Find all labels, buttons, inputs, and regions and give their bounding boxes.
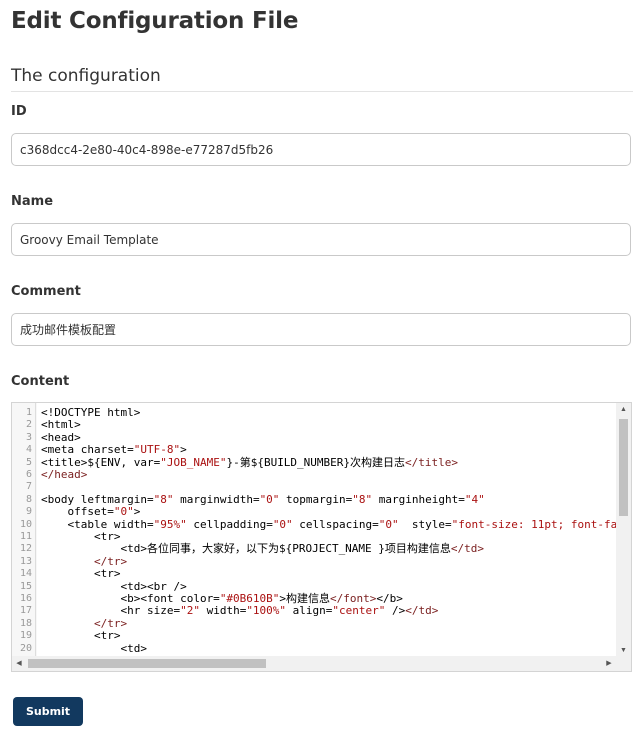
line-number: 13 bbox=[19, 555, 32, 567]
line-number: 1 bbox=[25, 407, 32, 418]
code-token: "2" bbox=[180, 604, 200, 618]
line-number: 14 bbox=[19, 568, 32, 580]
code-token: "8" bbox=[352, 492, 373, 506]
code-token: cellpadding= bbox=[186, 517, 273, 531]
code-token: "font-size: 11pt; font-family bbox=[451, 517, 616, 531]
code-token: "0" bbox=[113, 505, 134, 519]
code-token: <td> bbox=[41, 641, 147, 655]
code-token: > bbox=[180, 443, 187, 457]
line-number: 8 bbox=[25, 493, 32, 505]
code-token: "UTF-8" bbox=[133, 443, 181, 457]
line-number: 11 bbox=[19, 531, 32, 542]
scroll-up-arrow-icon[interactable]: ▲ bbox=[616, 403, 631, 417]
code-token: "8" bbox=[153, 492, 174, 506]
code-line: <title>${ENV, var="JOB_NAME"}-第${BUILD_N… bbox=[41, 455, 459, 469]
code-token: "100%" bbox=[246, 604, 287, 618]
line-number: 5 bbox=[25, 456, 32, 468]
line-number: 12 bbox=[19, 543, 32, 555]
code-token: </b> bbox=[376, 592, 403, 605]
line-number: 3 bbox=[25, 431, 32, 443]
code-token: <!DOCTYPE html> bbox=[41, 406, 141, 419]
submit-button[interactable]: Submit bbox=[13, 697, 83, 726]
content-label: Content bbox=[11, 374, 70, 389]
code-area[interactable]: <!DOCTYPE html> <html> <head> <meta charset… bbox=[37, 403, 616, 658]
code-token: width= bbox=[199, 604, 247, 618]
code-line: <table width="95%" cellpadding="0" cells… bbox=[41, 517, 616, 531]
line-number: 16 bbox=[19, 593, 32, 604]
name-label: Name bbox=[11, 194, 54, 209]
code-line: <td> bbox=[41, 641, 147, 655]
code-token: "center" bbox=[332, 604, 386, 618]
scroll-left-arrow-icon[interactable]: ◀ bbox=[12, 656, 26, 671]
line-number: 15 bbox=[19, 580, 32, 592]
code-token: style= bbox=[398, 517, 452, 531]
code-token: "JOB_NAME" bbox=[160, 455, 227, 469]
code-token: </tr> bbox=[41, 616, 128, 630]
code-token: </tr> bbox=[41, 554, 128, 568]
page-title: Edit Configuration File bbox=[11, 8, 299, 34]
code-token: offset= bbox=[41, 505, 114, 519]
line-number: 17 bbox=[19, 605, 32, 617]
line-number: 4 bbox=[25, 444, 32, 456]
line-number: 19 bbox=[19, 630, 32, 642]
code-token: "0" bbox=[259, 492, 280, 506]
name-field[interactable] bbox=[11, 223, 631, 256]
code-token: </head> bbox=[41, 468, 88, 481]
line-number: 9 bbox=[25, 506, 32, 518]
id-label: ID bbox=[11, 104, 27, 119]
code-token: cellspacing= bbox=[292, 517, 379, 531]
code-token: topmargin= bbox=[279, 492, 353, 506]
line-number: 6 bbox=[25, 469, 32, 480]
code-token: </font> bbox=[330, 592, 377, 605]
code-token: <tr> bbox=[41, 629, 121, 643]
code-token: align= bbox=[286, 604, 333, 618]
line-number: 18 bbox=[19, 617, 32, 629]
code-token: "4" bbox=[464, 492, 485, 506]
code-token: <b><font color= bbox=[41, 592, 220, 605]
line-number: 20 bbox=[19, 642, 32, 654]
code-token: "#0B610B" bbox=[219, 592, 280, 605]
scroll-right-arrow-icon[interactable]: ▶ bbox=[602, 656, 616, 671]
code-token: </td> bbox=[450, 542, 485, 556]
code-token: <td><br /> bbox=[41, 579, 187, 593]
code-token: "0" bbox=[378, 517, 399, 531]
id-field[interactable] bbox=[11, 133, 631, 166]
code-token: </title> bbox=[405, 455, 459, 469]
code-token: <table width= bbox=[41, 517, 154, 531]
code-token: <hr size= bbox=[41, 604, 181, 618]
code-token: "0" bbox=[272, 517, 293, 531]
section-title: The configuration bbox=[11, 66, 161, 86]
horizontal-scroll-thumb[interactable] bbox=[28, 659, 266, 668]
code-token: "95%" bbox=[153, 517, 187, 531]
section-divider bbox=[11, 91, 633, 92]
code-token: <meta charset= bbox=[41, 443, 134, 457]
line-number: 2 bbox=[25, 419, 32, 431]
code-token: >构建信息 bbox=[279, 592, 331, 605]
line-number: 10 bbox=[19, 518, 32, 530]
comment-field[interactable] bbox=[11, 313, 631, 346]
line-number: 7 bbox=[25, 481, 32, 493]
code-token: /> bbox=[385, 604, 406, 618]
code-token: marginwidth= bbox=[173, 492, 260, 506]
line-number-gutter: 1 2 3 4 5 6 7 8 9 10 11 12 13 14 15 16 17 18 19 20 bbox=[12, 403, 36, 658]
code-line: </head> bbox=[41, 468, 88, 481]
code-token: <title>${ENV, var= bbox=[41, 455, 161, 469]
vertical-scroll-thumb[interactable] bbox=[619, 419, 628, 516]
code-token: <head> bbox=[41, 430, 81, 444]
code-token: <body leftmargin= bbox=[41, 492, 154, 506]
content-code-editor[interactable]: 1 2 3 4 5 6 7 8 9 10 11 12 13 14 15 16 17 18 19 20 <!DOCTYP… bbox=[11, 402, 632, 672]
comment-label: Comment bbox=[11, 284, 81, 299]
code-token: <tr> bbox=[41, 567, 121, 581]
scrollbar-corner bbox=[616, 656, 631, 671]
code-token: }-第${BUILD_NUMBER}次构建日志 bbox=[226, 455, 406, 469]
vertical-scrollbar[interactable]: ▲ ▼ bbox=[616, 403, 631, 658]
code-token: <html> bbox=[41, 418, 81, 432]
horizontal-scrollbar[interactable]: ◀ ▶ bbox=[12, 656, 631, 671]
code-token: </td> bbox=[405, 604, 439, 618]
code-token: <td>各位同事，大家好，以下为${PROJECT_NAME }项目构建信息 bbox=[41, 542, 451, 556]
code-token: marginheight= bbox=[372, 492, 465, 506]
code-token: > bbox=[133, 505, 141, 519]
